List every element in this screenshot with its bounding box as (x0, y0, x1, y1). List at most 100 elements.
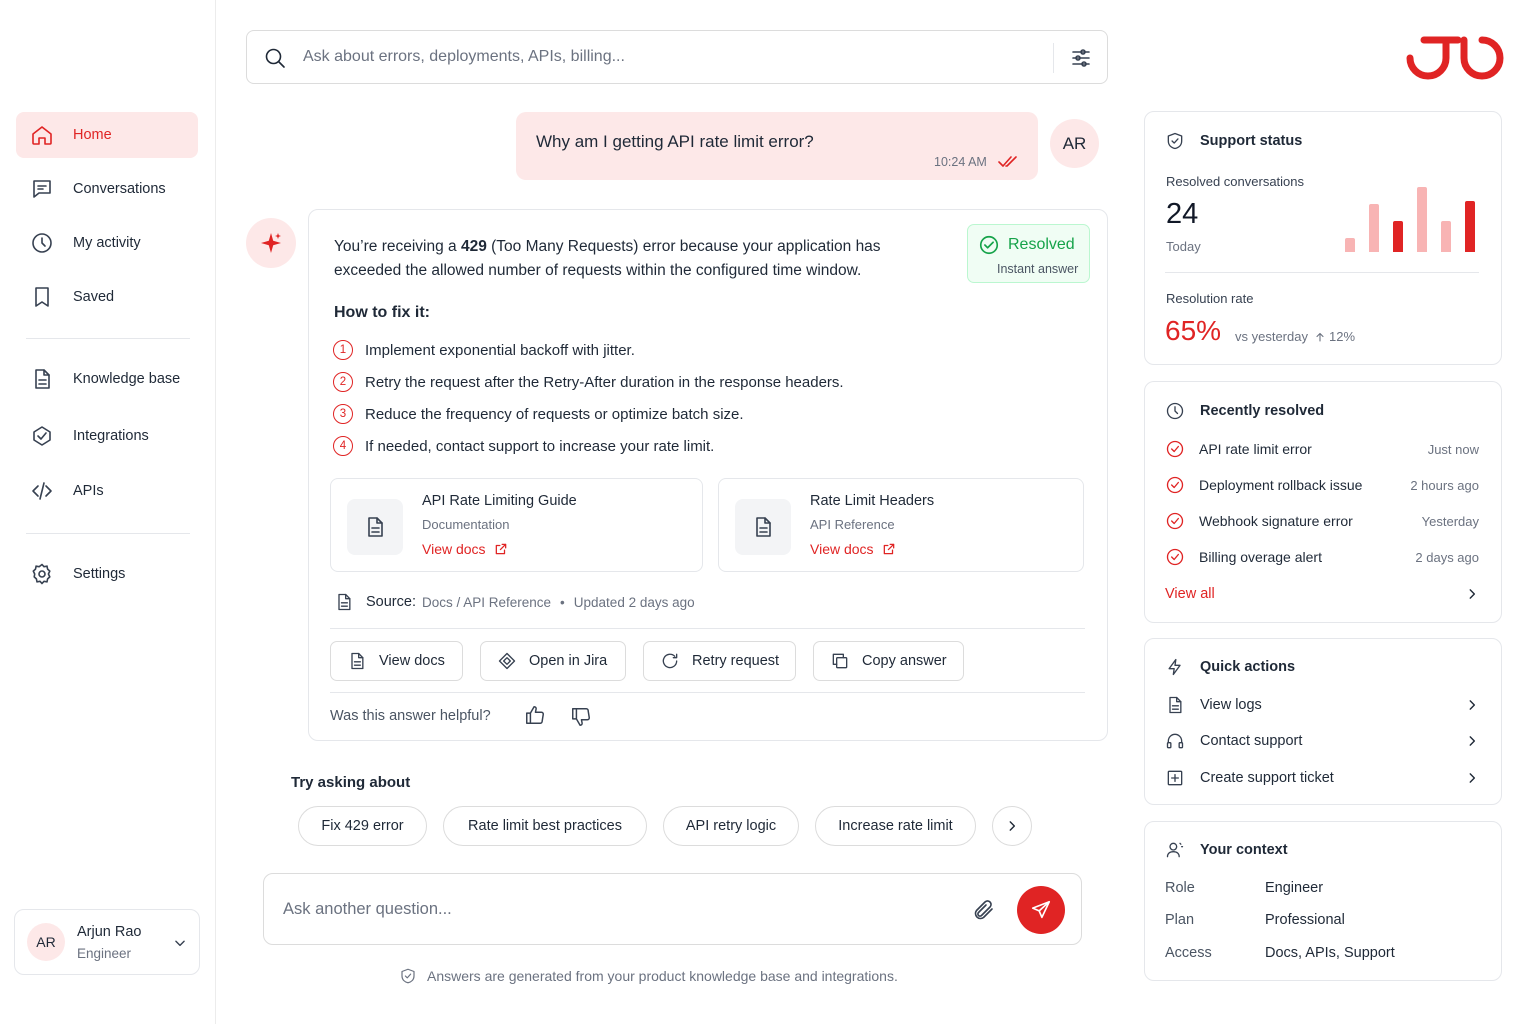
resolved-label: Resolved conversations (1166, 174, 1305, 189)
thumbs-down-icon[interactable] (570, 706, 592, 728)
document-icon (735, 499, 791, 555)
suggestion-chip[interactable]: Rate limit best practices (443, 806, 647, 846)
search-input[interactable]: Ask about errors, deployments, APIs, bil… (303, 48, 625, 66)
sidebar-item-my-activity[interactable]: My activity (16, 220, 198, 266)
divider (330, 628, 1085, 629)
copy-icon (832, 653, 848, 669)
context-value: Engineer (1265, 880, 1324, 896)
question-composer[interactable]: Ask another question... (263, 873, 1082, 945)
suggestion-chip[interactable]: API retry logic (663, 806, 799, 846)
error-code: 429 (460, 238, 487, 255)
rate-compare: vs yesterday 12% (1235, 329, 1356, 344)
chevron-down-icon[interactable] (173, 936, 187, 950)
quick-action-create-ticket[interactable]: Create support ticket (1165, 768, 1479, 788)
clock-icon (32, 233, 52, 253)
sidebar: Home Conversations My activity Saved Kno… (0, 0, 216, 1024)
mini-chart-bar (1465, 201, 1475, 252)
sidebar-item-integrations[interactable]: Integrations (16, 413, 198, 459)
chat-icon (33, 180, 51, 198)
view-docs-link[interactable]: View docs (810, 541, 896, 557)
plus-square-icon (1167, 770, 1183, 786)
copy-answer-button[interactable]: Copy answer (813, 641, 964, 681)
external-link-icon (883, 543, 894, 555)
bullet-separator: • (560, 594, 565, 610)
resolved-period: Today (1166, 239, 1201, 254)
suggestion-chip[interactable]: Increase rate limit (815, 806, 976, 846)
mini-chart-bar (1345, 238, 1355, 252)
quick-action-view-logs[interactable]: View logs (1165, 695, 1479, 715)
user-message-text: Why am I getting API rate limit error? (536, 132, 814, 151)
avatar: AR (27, 923, 65, 961)
brand-logo-icon (1406, 36, 1504, 80)
message-timestamp: 10:24 AM (934, 155, 987, 169)
doc-title: Rate Limit Headers (810, 493, 935, 509)
resolved-item[interactable]: Webhook signature error Yesterday (1165, 511, 1479, 531)
status-label: Resolved (1008, 236, 1075, 253)
doc-card[interactable]: Rate Limit Headers API Reference View do… (718, 478, 1084, 572)
rate-label: Resolution rate (1166, 291, 1254, 306)
retry-request-button[interactable]: Retry request (643, 641, 796, 681)
quick-action-contact-support[interactable]: Contact support (1165, 731, 1479, 751)
sidebar-item-apis[interactable]: APIs (16, 468, 198, 514)
check-circle-icon (1166, 512, 1184, 530)
sidebar-item-label: Settings (73, 566, 126, 582)
sidebar-item-label: Conversations (73, 181, 166, 197)
composer-input[interactable]: Ask another question... (283, 900, 452, 919)
source-path[interactable]: Docs / API Reference (422, 595, 551, 610)
document-icon (338, 593, 351, 611)
headset-icon (1166, 733, 1184, 749)
resolved-item[interactable]: Deployment rollback issue 2 hours ago (1165, 475, 1479, 495)
user-profile-card[interactable]: AR Arjun Rao Engineer (14, 909, 200, 975)
view-docs-link[interactable]: View docs (422, 541, 508, 557)
sidebar-item-settings[interactable]: Settings (16, 551, 198, 597)
doc-card[interactable]: API Rate Limiting Guide Documentation Vi… (330, 478, 703, 572)
sidebar-item-home[interactable]: Home (16, 112, 198, 158)
answer-intro: You’re receiving a 429 (Too Many Request… (334, 238, 881, 279)
jira-diamond-icon (498, 652, 516, 670)
sidebar-item-saved[interactable]: Saved (16, 274, 198, 320)
panel-title: Recently resolved (1165, 401, 1324, 421)
paperclip-icon[interactable] (972, 898, 996, 922)
resolved-item[interactable]: Billing overage alert 2 days ago (1165, 547, 1479, 567)
feedback-prompt: Was this answer helpful? (330, 708, 491, 724)
chevron-right-icon (1469, 589, 1476, 599)
suggestions-next-button[interactable] (992, 806, 1032, 846)
sidebar-item-label: Saved (73, 289, 115, 305)
check-circle-icon (1166, 440, 1184, 458)
user-name: Arjun Rao (77, 924, 142, 940)
document-icon (351, 652, 364, 670)
your-context-panel: Your context Role Engineer Plan Professi… (1144, 821, 1502, 981)
thumbs-up-icon[interactable] (524, 704, 546, 726)
open-in-jira-button[interactable]: Open in Jira (480, 641, 626, 681)
user-settings-icon (1166, 842, 1184, 858)
check-circle-icon (1166, 476, 1184, 494)
shield-check-icon (1167, 132, 1183, 150)
shield-check-icon (401, 968, 415, 984)
view-docs-button[interactable]: View docs (330, 641, 463, 681)
search-bar[interactable]: Ask about errors, deployments, APIs, bil… (246, 30, 1108, 84)
document-icon (347, 499, 403, 555)
resolved-item[interactable]: API rate limit error Just now (1165, 439, 1479, 459)
integrations-icon (33, 426, 51, 446)
filter-sliders-icon[interactable] (1069, 46, 1093, 70)
sidebar-item-conversations[interactable]: Conversations (16, 166, 198, 212)
sparkle-icon (261, 233, 281, 253)
sidebar-item-label: APIs (73, 483, 104, 499)
context-key: Access (1165, 945, 1212, 961)
mini-chart-bar (1417, 187, 1427, 252)
send-button[interactable] (1017, 886, 1065, 934)
lightning-icon (1168, 658, 1181, 676)
context-value: Docs, APIs, Support (1265, 945, 1395, 961)
suggestion-chip[interactable]: Fix 429 error (298, 806, 427, 846)
log-icon (1169, 696, 1182, 714)
status-sub: Instant answer (997, 262, 1079, 276)
check-circle-icon (979, 235, 999, 255)
send-icon (1031, 900, 1051, 919)
assistant-avatar (246, 218, 296, 268)
resolved-mini-chart (1345, 184, 1481, 252)
view-all-link[interactable]: View all (1165, 586, 1479, 602)
sidebar-item-label: My activity (73, 235, 141, 251)
sidebar-item-knowledge-base[interactable]: Knowledge base (16, 356, 198, 402)
mini-chart-bar (1369, 204, 1379, 252)
user-avatar: AR (1050, 119, 1099, 168)
